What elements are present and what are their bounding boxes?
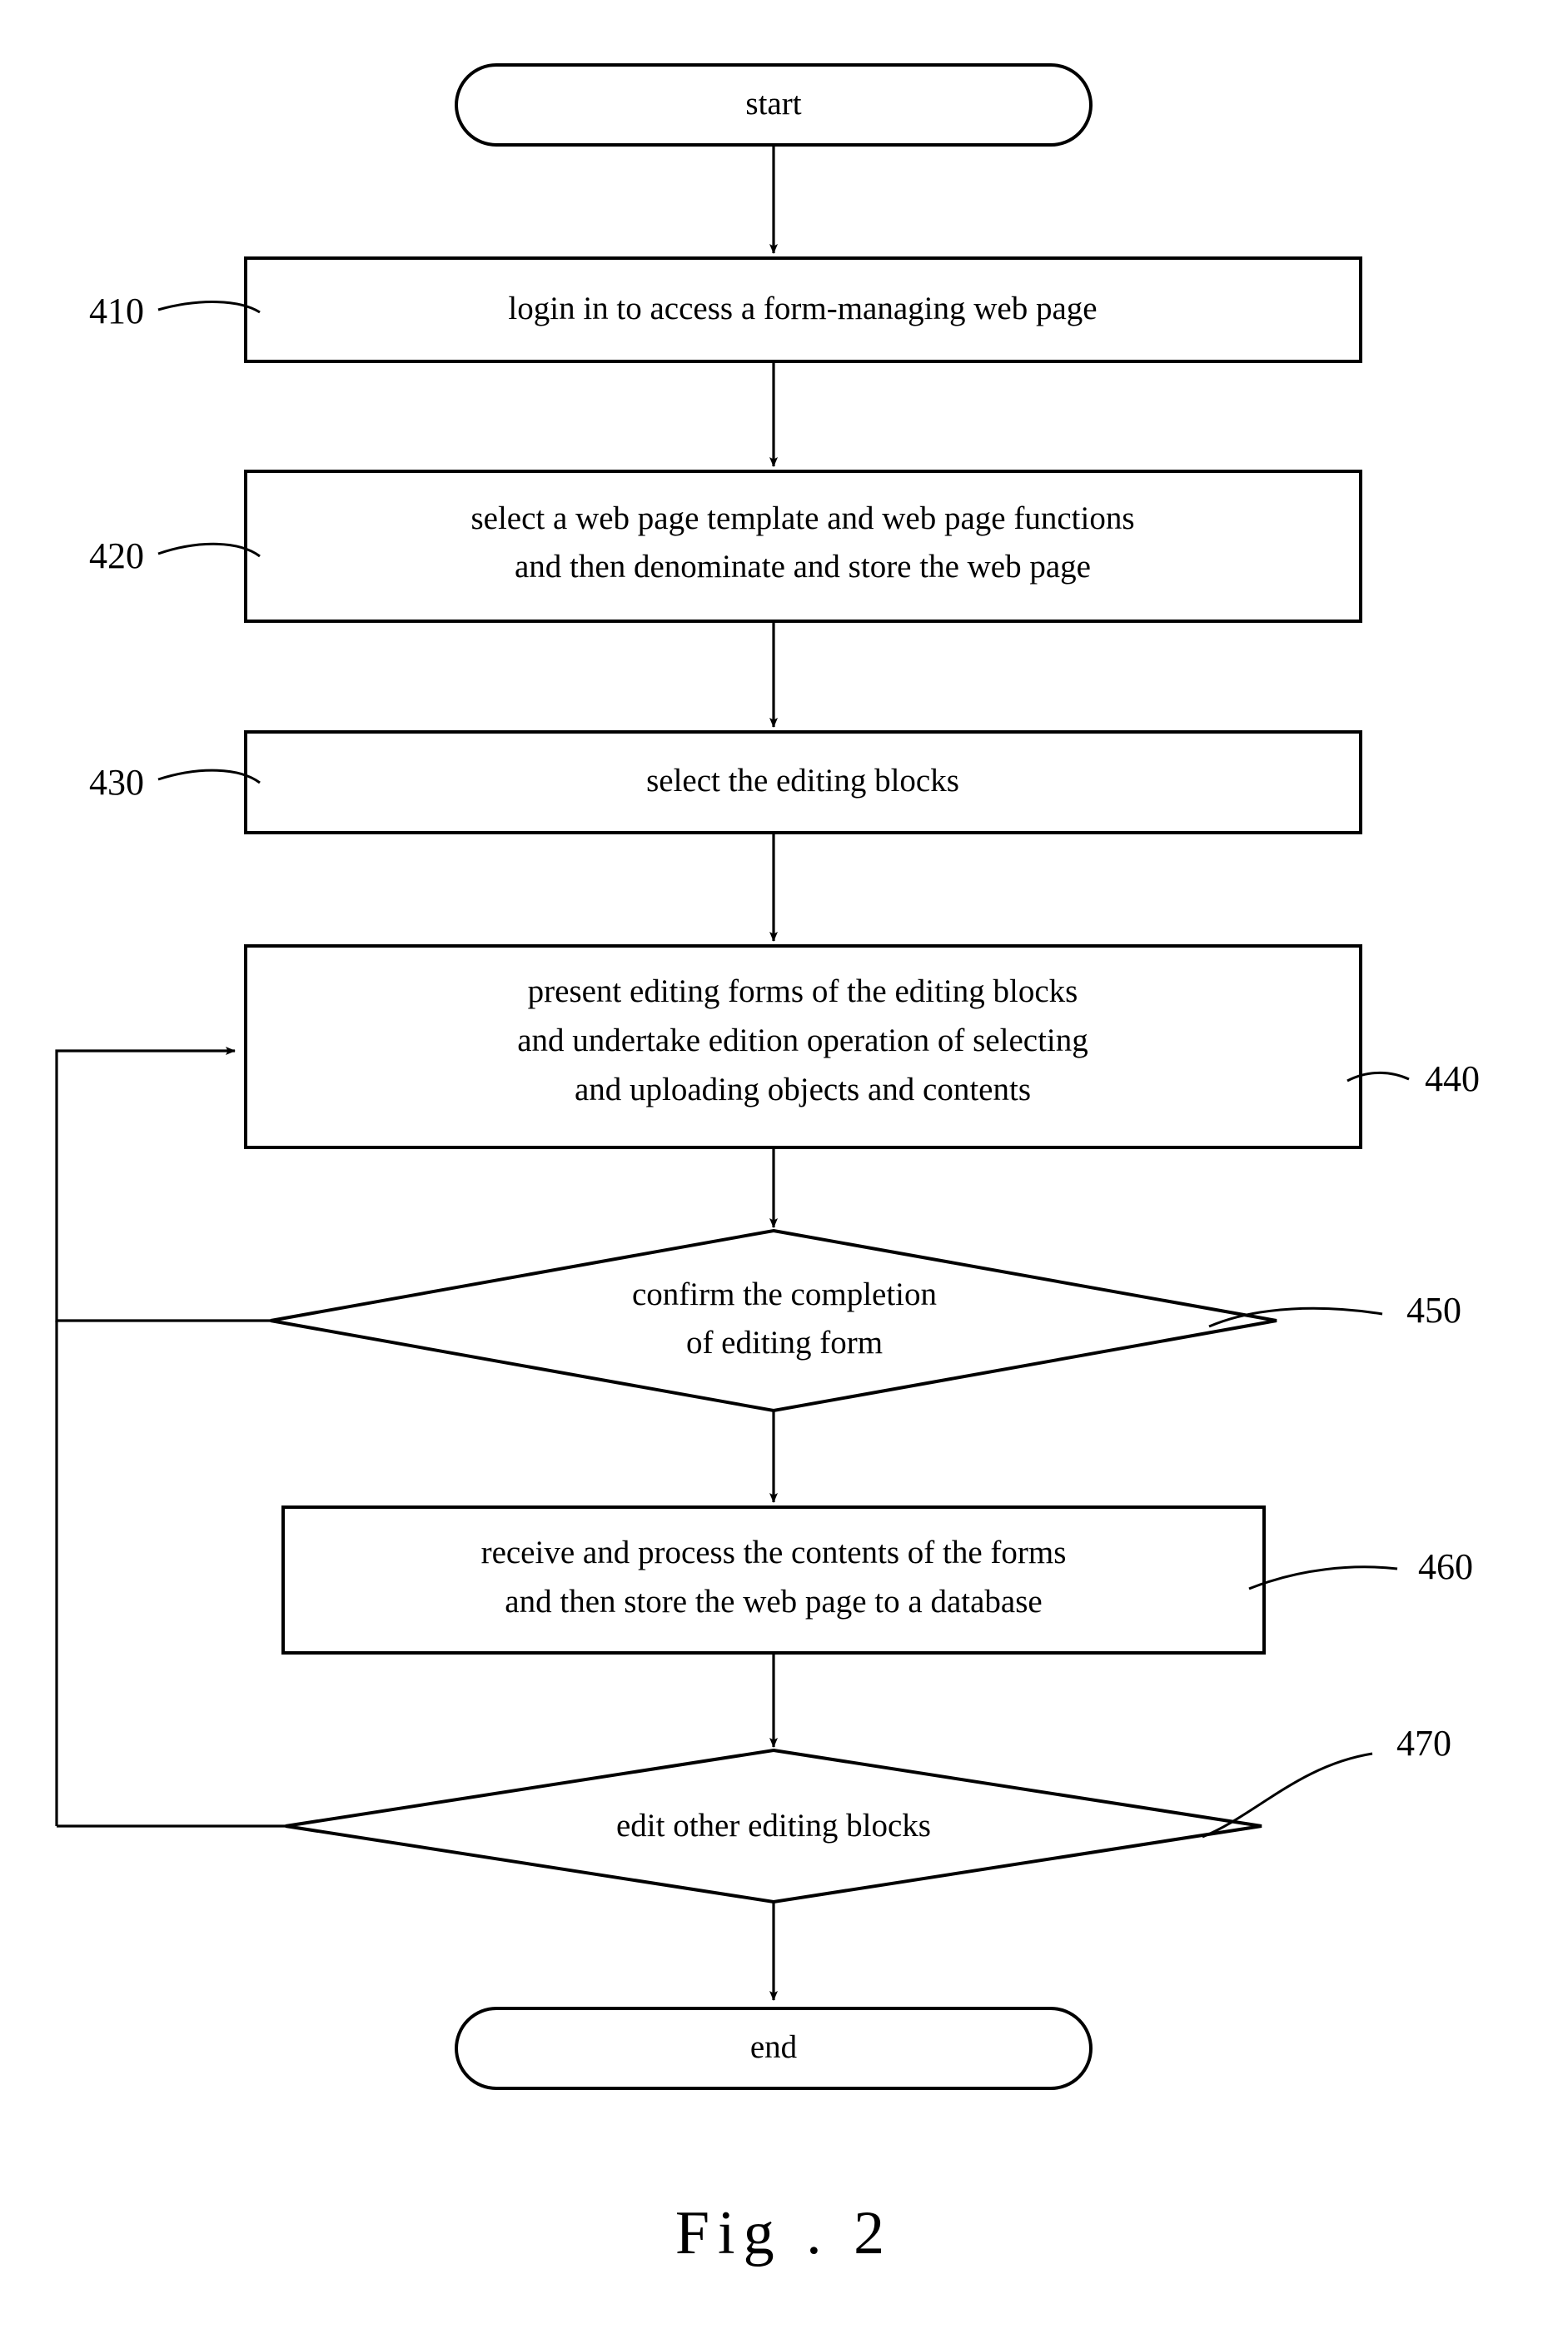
- node-470: edit other editing blocks: [285, 1748, 1262, 1904]
- step-440-line-1: present editing forms of the editing blo…: [528, 973, 1078, 1009]
- step-460-shape: [281, 1505, 1266, 1655]
- step-420-line-1: select a web page template and web page …: [470, 500, 1134, 536]
- ref-leader-460: 460: [1248, 1546, 1473, 1590]
- ref-leader-line-470: [1202, 1752, 1373, 1839]
- step-420-line-2: and then denominate and store the web pa…: [515, 549, 1091, 585]
- ref-leader-430: 430: [89, 762, 261, 803]
- ref-label-410: 410: [89, 291, 144, 331]
- node-start: start: [455, 63, 1093, 147]
- node-410: login in to access a form-managing web p…: [244, 256, 1362, 363]
- node-end: end: [455, 2007, 1093, 2090]
- node-460: receive and process the contents of the …: [281, 1505, 1266, 1655]
- step-470-line-1: edit other editing blocks: [616, 1808, 931, 1844]
- ref-leader-line-460: [1248, 1565, 1398, 1590]
- node-450: confirm the completion of editing form: [270, 1228, 1277, 1413]
- ref-leader-line-450: [1208, 1306, 1383, 1328]
- ref-label-450: 450: [1406, 1290, 1461, 1331]
- ref-leader-470: 470: [1202, 1723, 1451, 1839]
- figure-root: start login in to access a form-managing…: [0, 0, 1568, 2349]
- ref-leader-line-440: [1346, 1071, 1410, 1082]
- step-460-line-1: receive and process the contents of the …: [481, 1535, 1067, 1570]
- ref-label-440: 440: [1425, 1058, 1480, 1099]
- ref-leader-410: 410: [89, 291, 261, 331]
- flowchart-diagram: start login in to access a form-managing…: [55, 63, 1480, 2090]
- ref-leader-440: 440: [1346, 1058, 1480, 1099]
- step-450-line-1: confirm the completion: [632, 1277, 937, 1312]
- step-450-shape: [270, 1228, 1277, 1413]
- step-440-line-2: and undertake edition operation of selec…: [517, 1023, 1088, 1058]
- edge-450-feedback-to-440: [55, 1047, 271, 1322]
- start-label: start: [745, 86, 801, 122]
- step-440-line-3: and uploading objects and contents: [575, 1072, 1031, 1107]
- step-460-line-2: and then store the web page to a databas…: [505, 1584, 1042, 1620]
- step-450-line-2: of editing form: [686, 1325, 883, 1361]
- step-410-line-1: login in to access a form-managing web p…: [508, 291, 1097, 326]
- step-430-line-1: select the editing blocks: [646, 763, 959, 799]
- ref-label-470: 470: [1396, 1723, 1451, 1764]
- end-label: end: [750, 2029, 798, 2065]
- node-440: present editing forms of the editing blo…: [244, 944, 1362, 1149]
- ref-leader-420: 420: [89, 535, 261, 576]
- step-420-shape: [244, 470, 1362, 623]
- ref-label-420: 420: [89, 535, 144, 576]
- node-430: select the editing blocks: [244, 730, 1362, 834]
- ref-label-430: 430: [89, 762, 144, 803]
- node-420: select a web page template and web page …: [244, 470, 1362, 623]
- ref-label-460: 460: [1418, 1546, 1473, 1587]
- figure-caption: Fig . 2: [674, 2199, 894, 2267]
